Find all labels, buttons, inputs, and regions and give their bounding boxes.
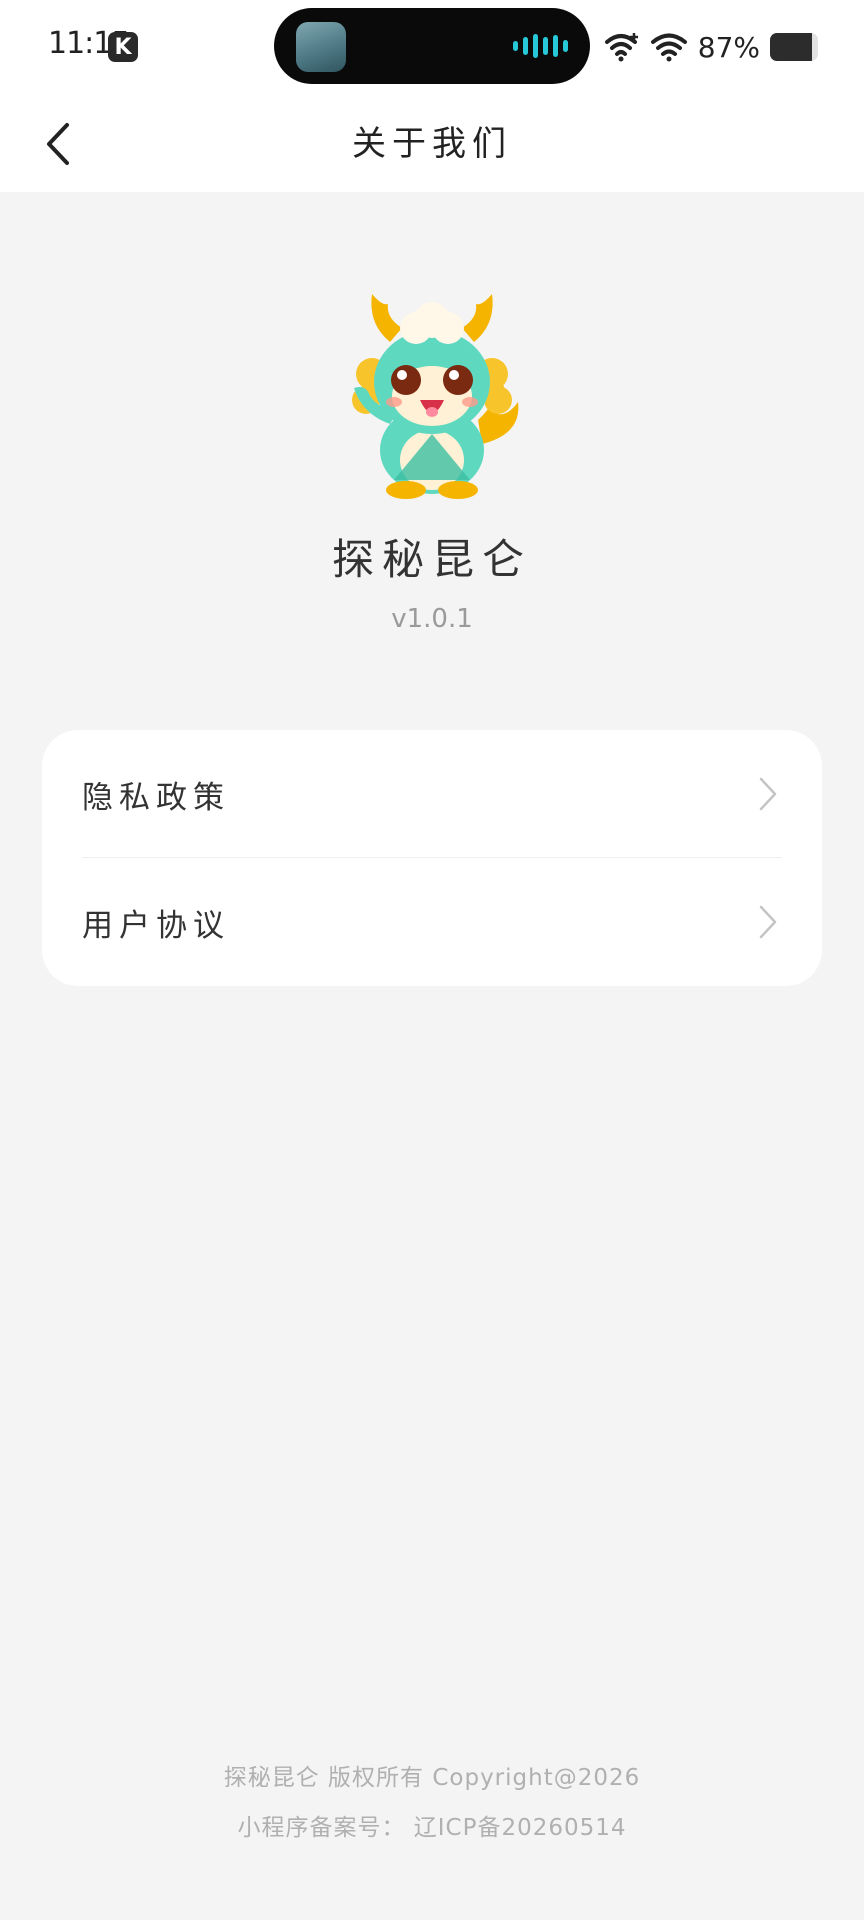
menu-item-privacy-policy[interactable]: 隐私政策 [42,730,822,858]
audio-wave-icon [513,34,568,58]
app-badge-icon: K [108,32,138,62]
nav-bar: 关于我们 [0,96,864,192]
menu-item-label: 隐私政策 [82,779,230,816]
dynamic-island[interactable] [274,8,590,84]
status-indicators: 87% [604,22,818,72]
battery-percent: 87% [697,30,760,64]
chevron-right-icon [759,777,777,811]
copyright-text: 探秘昆仑 版权所有 Copyright@2026 [223,1765,641,1791]
app-name: 探秘昆仑 [331,535,532,584]
chevron-right-icon [759,905,777,939]
media-thumbnail-icon [296,22,346,72]
wifi-plus-icon [604,33,638,62]
page-title: 关于我们 [352,124,512,164]
battery-icon [770,33,818,61]
menu-item-label: 用户协议 [82,907,230,944]
app-version: v1.0.1 [391,604,473,634]
wifi-icon [650,33,687,62]
status-bar: 11:15 K 87% [0,0,864,96]
icp-record-text: 小程序备案号： 辽ICP备20260514 [237,1815,627,1841]
menu-item-user-agreement[interactable]: 用户协议 [42,858,822,986]
about-menu-card: 隐私政策 用户协议 [42,730,822,986]
dragon-mascot-logo [352,294,519,499]
battery-level-fill [770,33,812,61]
